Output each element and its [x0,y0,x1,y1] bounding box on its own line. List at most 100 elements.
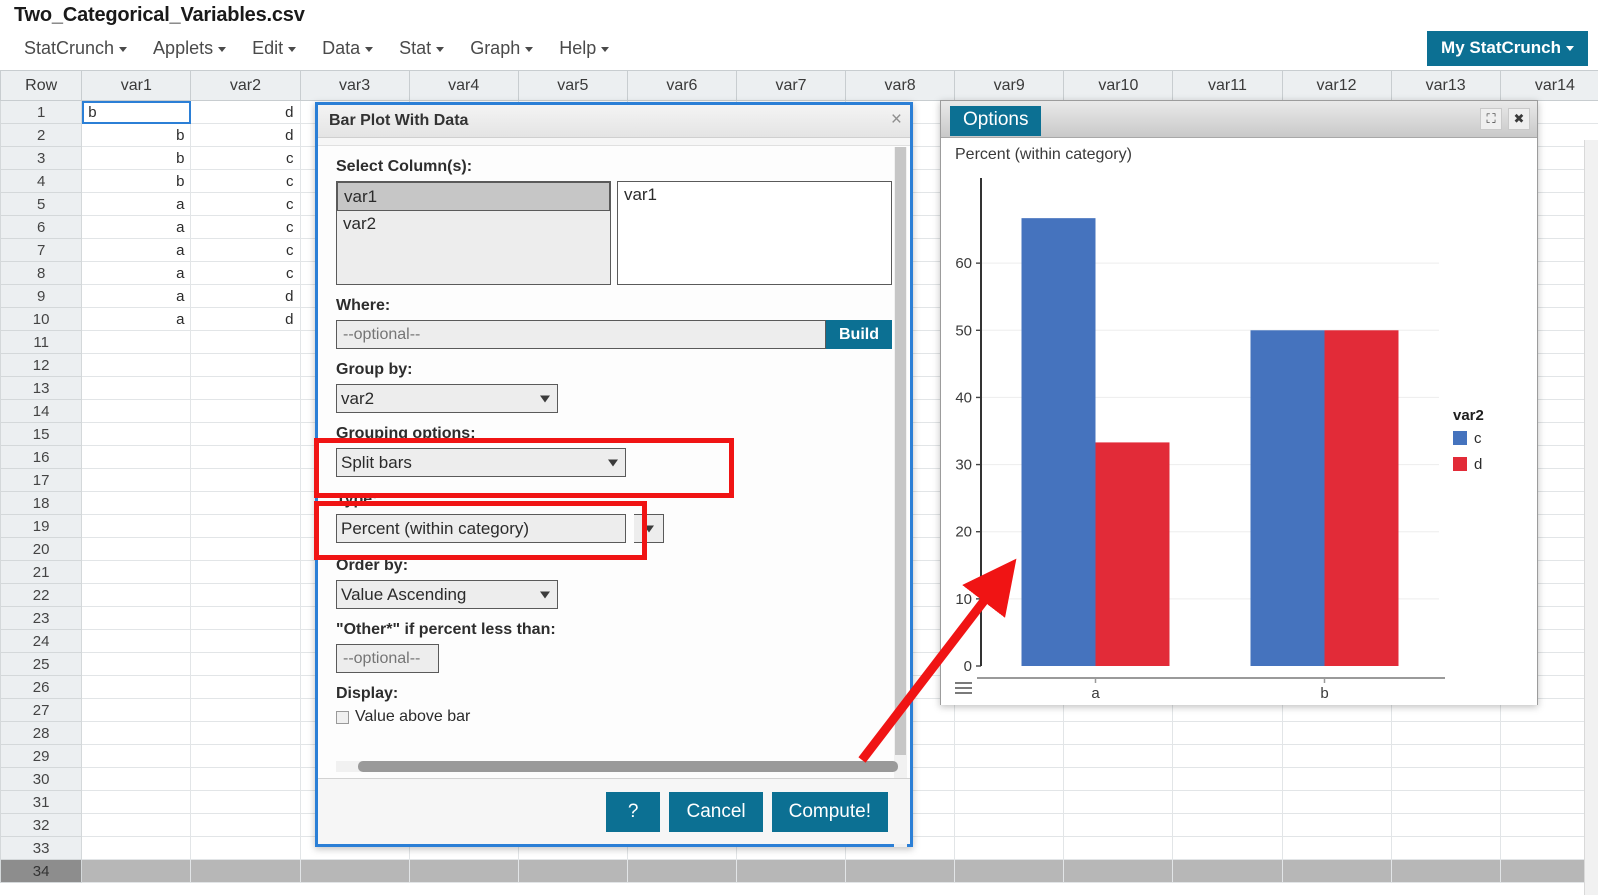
cancel-button[interactable]: Cancel [669,792,762,832]
menu-graph[interactable]: Graph [458,36,547,61]
dialog-vertical-scroll-thumb[interactable] [895,147,906,755]
cell-var1-24[interactable] [82,630,191,653]
cell-var1-33[interactable] [82,837,191,860]
type-select[interactable]: Percent (within category) [336,514,626,543]
cell-var13-34[interactable] [1391,860,1500,883]
cell-var2-2[interactable]: d [191,124,300,147]
cell-var1-22[interactable] [82,584,191,607]
cell-var2-30[interactable] [191,768,300,791]
cell-var2-26[interactable] [191,676,300,699]
cell-var1-23[interactable] [82,607,191,630]
cell-var2-33[interactable] [191,837,300,860]
cell-var2-23[interactable] [191,607,300,630]
dialog-horizontal-scrollbar[interactable] [336,761,890,772]
cell-var2-4[interactable]: c [191,170,300,193]
cell-var2-6[interactable]: c [191,216,300,239]
cell-var10-33[interactable] [1064,837,1173,860]
order-by-select[interactable]: Value Ascending [336,580,558,609]
group-by-select[interactable]: var2 [336,384,558,413]
cell-var1-25[interactable] [82,653,191,676]
cell-var2-22[interactable] [191,584,300,607]
cell-var4-34[interactable] [409,860,518,883]
close-icon[interactable]: × [891,109,902,131]
cell-var9-29[interactable] [955,745,1064,768]
cell-var2-29[interactable] [191,745,300,768]
cell-var10-32[interactable] [1064,814,1173,837]
cell-var11-30[interactable] [1173,768,1282,791]
cell-var12-30[interactable] [1282,768,1391,791]
cell-var13-33[interactable] [1391,837,1500,860]
cell-var10-34[interactable] [1064,860,1173,883]
build-button[interactable]: Build [826,320,892,349]
cell-var1-9[interactable]: a [82,285,191,308]
options-button[interactable]: Options [950,106,1041,136]
cell-var10-28[interactable] [1064,722,1173,745]
cell-var1-19[interactable] [82,515,191,538]
cell-var2-8[interactable]: c [191,262,300,285]
cell-var1-17[interactable] [82,469,191,492]
cell-var2-32[interactable] [191,814,300,837]
value-above-bar-checkbox[interactable] [336,711,349,724]
cell-var1-21[interactable] [82,561,191,584]
cell-var9-28[interactable] [955,722,1064,745]
column-header-var11[interactable]: var11 [1173,71,1282,101]
cell-var11-34[interactable] [1173,860,1282,883]
cell-var2-9[interactable]: d [191,285,300,308]
cell-var13-28[interactable] [1391,722,1500,745]
cell-var1-20[interactable] [82,538,191,561]
column-header-var2[interactable]: var2 [191,71,300,101]
column-header-var14[interactable]: var14 [1500,71,1598,101]
cell-var2-10[interactable]: d [191,308,300,331]
hamburger-icon[interactable] [955,682,972,697]
column-header-var8[interactable]: var8 [846,71,955,101]
dialog-horizontal-scroll-thumb[interactable] [358,761,898,772]
cell-var2-5[interactable]: c [191,193,300,216]
my-statcrunch-button[interactable]: My StatCrunch [1427,31,1588,66]
cell-var11-32[interactable] [1173,814,1282,837]
chart-window[interactable]: Options ⛶ ✖ Percent (within category) 01… [940,100,1538,705]
menu-applets[interactable]: Applets [141,36,240,61]
cell-var12-34[interactable] [1282,860,1391,883]
cell-var2-24[interactable] [191,630,300,653]
cell-var13-31[interactable] [1391,791,1500,814]
cell-var2-28[interactable] [191,722,300,745]
cell-var7-34[interactable] [736,860,845,883]
list-item-var1[interactable]: var1 [337,182,610,211]
cell-var9-32[interactable] [955,814,1064,837]
cell-var1-18[interactable] [82,492,191,515]
vertical-scrollbar[interactable] [1584,140,1598,895]
cell-var6-34[interactable] [627,860,736,883]
available-columns-list[interactable]: var1 var2 [336,181,611,285]
cell-var1-26[interactable] [82,676,191,699]
cell-var11-28[interactable] [1173,722,1282,745]
cell-var12-31[interactable] [1282,791,1391,814]
cell-var2-27[interactable] [191,699,300,722]
cell-var1-31[interactable] [82,791,191,814]
menu-help[interactable]: Help [547,36,623,61]
cell-var1-29[interactable] [82,745,191,768]
cell-var1-27[interactable] [82,699,191,722]
column-header-var6[interactable]: var6 [627,71,736,101]
menu-data[interactable]: Data [310,36,387,61]
cell-var2-21[interactable] [191,561,300,584]
help-button[interactable]: ? [606,792,661,832]
cell-var13-29[interactable] [1391,745,1500,768]
column-header-var3[interactable]: var3 [300,71,409,101]
cell-var1-16[interactable] [82,446,191,469]
cell-var1-7[interactable]: a [82,239,191,262]
cell-var2-19[interactable] [191,515,300,538]
expand-icon[interactable]: ⛶ [1480,108,1502,130]
cell-var1-2[interactable]: b [82,124,191,147]
column-header-var10[interactable]: var10 [1064,71,1173,101]
cell-var1-32[interactable] [82,814,191,837]
close-icon[interactable]: ✖ [1508,108,1530,130]
cell-var10-29[interactable] [1064,745,1173,768]
cell-var11-33[interactable] [1173,837,1282,860]
cell-var13-30[interactable] [1391,768,1500,791]
cell-var2-16[interactable] [191,446,300,469]
cell-var5-34[interactable] [518,860,627,883]
cell-var1-34[interactable] [82,860,191,883]
chosen-columns-box[interactable]: var1 [617,181,892,285]
cell-var2-13[interactable] [191,377,300,400]
column-header-var4[interactable]: var4 [409,71,518,101]
